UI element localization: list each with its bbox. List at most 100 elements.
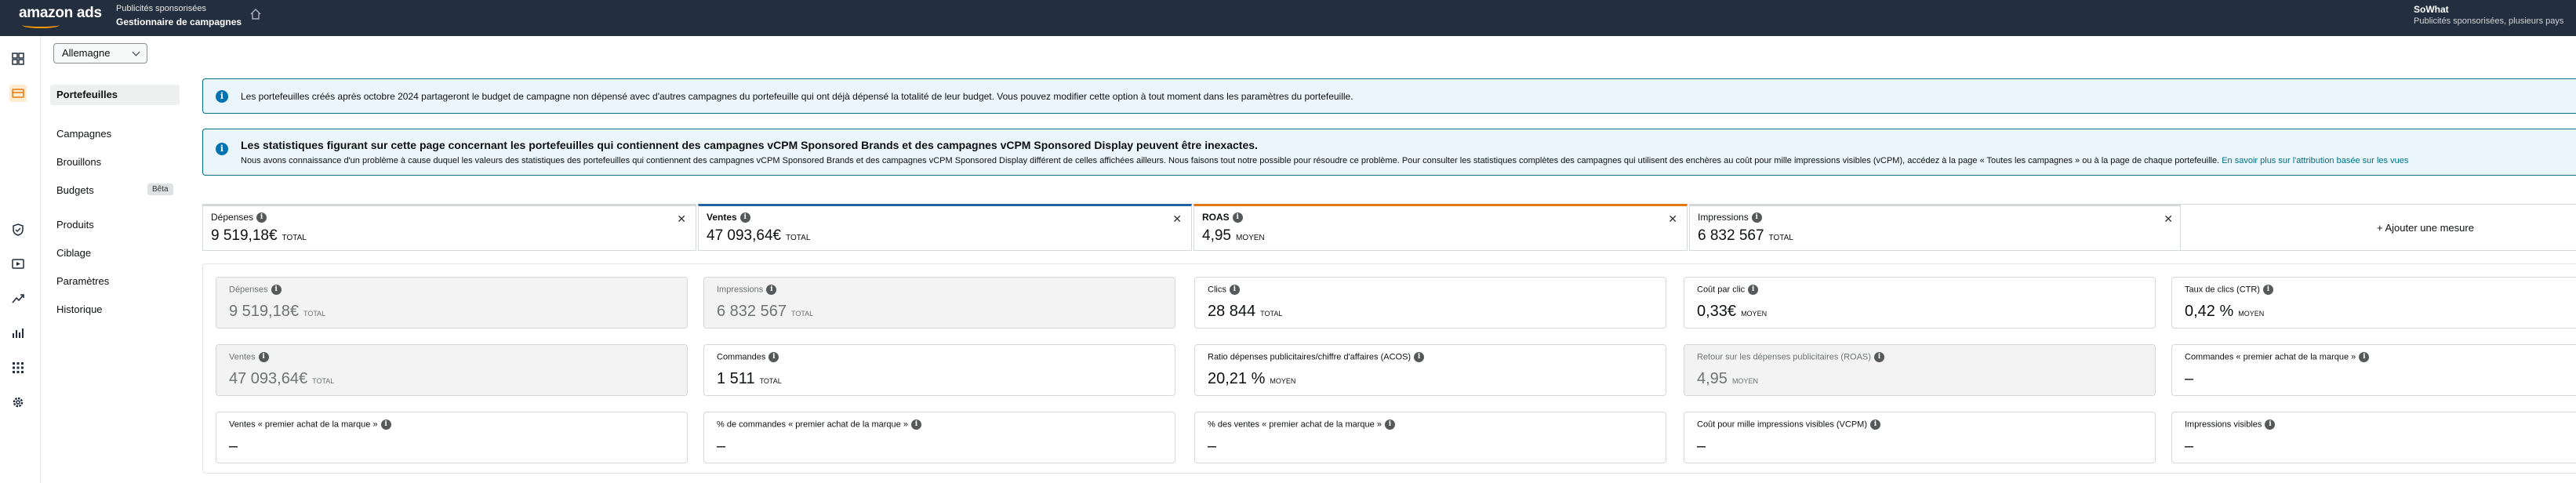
- metric-label: Taux de clics (CTR): [2185, 285, 2260, 295]
- home-icon[interactable]: [249, 8, 262, 20]
- metric-value: 47 093,64€: [229, 370, 308, 387]
- metric-label: Retour sur les dépenses publicitaires (R…: [1697, 352, 1871, 362]
- metric-card-ratio-depenses-publicitaires-chiffre-d-affaires-acos[interactable]: Ratio dépenses publicitaires/chiffre d'a…: [1194, 344, 1666, 396]
- metric-unit: TOTAL: [759, 377, 782, 385]
- dashboard-icon[interactable]: [9, 50, 27, 67]
- metric-value: 9 519,18€: [229, 303, 299, 320]
- metric-value: 4,95: [1697, 370, 1728, 387]
- settings-icon[interactable]: [9, 394, 27, 411]
- country-select-value: Allemagne: [62, 47, 111, 59]
- metric-value: 0,42 %: [2185, 303, 2234, 320]
- metric-value: 47 093,64€: [707, 227, 782, 244]
- info-icon[interactable]: i: [1748, 285, 1759, 295]
- account-subtitle: Publicités sponsorisées, plusieurs pays: [2414, 16, 2564, 26]
- add-metric-button[interactable]: + Ajouter une mesure: [2377, 222, 2474, 234]
- metric-unit: TOTAL: [1260, 310, 1283, 318]
- metric-unit: TOTAL: [786, 234, 811, 242]
- app-title: Gestionnaire de campagnes: [116, 16, 242, 27]
- metric-unit: MOYEN: [1731, 377, 1758, 385]
- metric-unit: TOTAL: [790, 310, 814, 318]
- account-name[interactable]: SoWhat: [2414, 4, 2449, 15]
- info-icon[interactable]: i: [2359, 352, 2370, 362]
- metric-card-ventes[interactable]: Ventes i 47 093,64€ TOTAL: [216, 344, 688, 396]
- metric-card-taux-de-clics-ctr[interactable]: Taux de clics (CTR) i 0,42 % MOYEN: [2171, 277, 2576, 329]
- metric-label: Clics: [1208, 285, 1226, 295]
- info-icon[interactable]: i: [258, 352, 269, 362]
- sidebar-item-portfolios[interactable]: Portefeuilles: [50, 85, 180, 105]
- reports-icon[interactable]: [9, 325, 27, 342]
- metric-value: 28 844: [1208, 303, 1256, 320]
- info-icon[interactable]: i: [2262, 285, 2273, 295]
- icon-rail: [0, 36, 41, 483]
- metric-card-cout-pour-mille-impressions-visibles-vcpm[interactable]: Coût pour mille impressions visibles (VC…: [1684, 412, 2156, 463]
- budget-info-alert: i Les portefeuilles créés après octobre …: [202, 78, 2576, 114]
- metric-card-de-commandes-premier-achat-de-la-marque[interactable]: % de commandes « premier achat de la mar…: [703, 412, 1175, 463]
- metric-label: Ratio dépenses publicitaires/chiffre d'a…: [1208, 352, 1412, 362]
- amazon-ads-logo[interactable]: amazon ads: [19, 5, 102, 22]
- sidebar-item-settings[interactable]: Paramètres: [50, 271, 180, 292]
- info-icon[interactable]: i: [380, 419, 391, 430]
- info-icon[interactable]: i: [739, 212, 750, 223]
- info-icon[interactable]: i: [1414, 352, 1425, 362]
- close-icon[interactable]: ✕: [677, 212, 686, 226]
- info-icon[interactable]: i: [271, 285, 282, 295]
- close-icon[interactable]: ✕: [2164, 212, 2173, 226]
- metric-card-commandes-premier-achat-de-la-marque[interactable]: Commandes « premier achat de la marque »…: [2171, 344, 2576, 396]
- sidebar-item-targeting[interactable]: Ciblage: [50, 243, 180, 263]
- close-icon[interactable]: ✕: [1668, 212, 1677, 226]
- metric-card-clics[interactable]: Clics i 28 844 TOTAL: [1194, 277, 1666, 329]
- metric-unit: MOYEN: [2238, 310, 2265, 318]
- metric-value: 9 519,18€: [211, 227, 278, 244]
- metric-card-depenses[interactable]: Dépenses i 9 519,18€ TOTAL: [216, 277, 688, 329]
- metric-value: 0,33€: [1697, 303, 1737, 320]
- selected-metric-card[interactable]: ROAS i 4,95 MOYEN ✕: [1194, 204, 1688, 251]
- campaign-manager-icon[interactable]: [9, 85, 27, 102]
- info-icon[interactable]: i: [1870, 419, 1881, 430]
- shield-icon[interactable]: [9, 221, 27, 238]
- metric-card-ventes-premier-achat-de-la-marque[interactable]: Ventes « premier achat de la marque » i –: [216, 412, 688, 463]
- metric-value: –: [229, 438, 238, 455]
- sidebar-item-campaigns[interactable]: Campagnes: [50, 124, 180, 144]
- metric-label: Dépenses: [229, 285, 268, 295]
- info-icon[interactable]: i: [1232, 212, 1243, 223]
- metric-label: % de commandes « premier achat de la mar…: [717, 419, 908, 430]
- metric-card-des-ventes-premier-achat-de-la-marque[interactable]: % des ventes « premier achat de la marqu…: [1194, 412, 1666, 463]
- info-icon[interactable]: i: [2265, 419, 2276, 430]
- metric-label: Commandes: [717, 352, 766, 362]
- sidebar-item-budgets[interactable]: Budgets Bêta: [50, 180, 180, 201]
- metric-value: –: [1208, 438, 1217, 455]
- info-icon[interactable]: i: [1229, 285, 1240, 295]
- selected-metric-card[interactable]: Ventes i 47 093,64€ TOTAL ✕: [698, 204, 1192, 251]
- info-icon[interactable]: i: [1751, 212, 1762, 223]
- metric-label: Impressions: [717, 285, 764, 295]
- metric-unit: TOTAL: [312, 377, 335, 385]
- budget-alert-text: Les portefeuilles créés après octobre 20…: [241, 91, 1353, 102]
- info-icon[interactable]: i: [768, 352, 779, 362]
- country-select[interactable]: Allemagne: [53, 43, 147, 64]
- selected-metric-card[interactable]: Dépenses i 9 519,18€ TOTAL ✕: [202, 204, 696, 251]
- metric-card-cout-par-clic[interactable]: Coût par clic i 0,33€ MOYEN: [1684, 277, 2156, 329]
- metric-unit: MOYEN: [1741, 310, 1768, 318]
- metric-unit: TOTAL: [1768, 234, 1793, 242]
- sidebar-item-drafts[interactable]: Brouillons: [50, 152, 180, 172]
- metric-card-commandes[interactable]: Commandes i 1 511 TOTAL: [703, 344, 1175, 396]
- metric-card-retour-sur-les-depenses-publicitaires-roas[interactable]: Retour sur les dépenses publicitaires (R…: [1684, 344, 2156, 396]
- attribution-link[interactable]: En savoir plus sur l'attribution basée s…: [2222, 156, 2408, 165]
- metric-value: –: [2185, 370, 2194, 387]
- metric-label: Ventes « premier achat de la marque »: [229, 419, 378, 430]
- metric-card-impressions[interactable]: Impressions i 6 832 567 TOTAL: [703, 277, 1175, 329]
- apps-icon[interactable]: [9, 359, 27, 376]
- trend-icon[interactable]: [9, 290, 27, 307]
- info-icon[interactable]: i: [1873, 352, 1884, 362]
- metric-card-impressions-visibles[interactable]: Impressions visibles i –: [2171, 412, 2576, 463]
- selected-metric-card[interactable]: Impressions i 6 832 567 TOTAL ✕: [1689, 204, 2183, 251]
- metric-label: Impressions: [1698, 212, 1749, 223]
- sidebar-item-history[interactable]: Historique: [50, 300, 180, 320]
- info-icon[interactable]: i: [1384, 419, 1395, 430]
- info-icon[interactable]: i: [766, 285, 777, 295]
- info-icon[interactable]: i: [256, 212, 267, 223]
- close-icon[interactable]: ✕: [1172, 212, 1182, 226]
- sidebar-item-products[interactable]: Produits: [50, 215, 180, 235]
- info-icon[interactable]: i: [910, 419, 921, 430]
- media-icon[interactable]: [9, 256, 27, 273]
